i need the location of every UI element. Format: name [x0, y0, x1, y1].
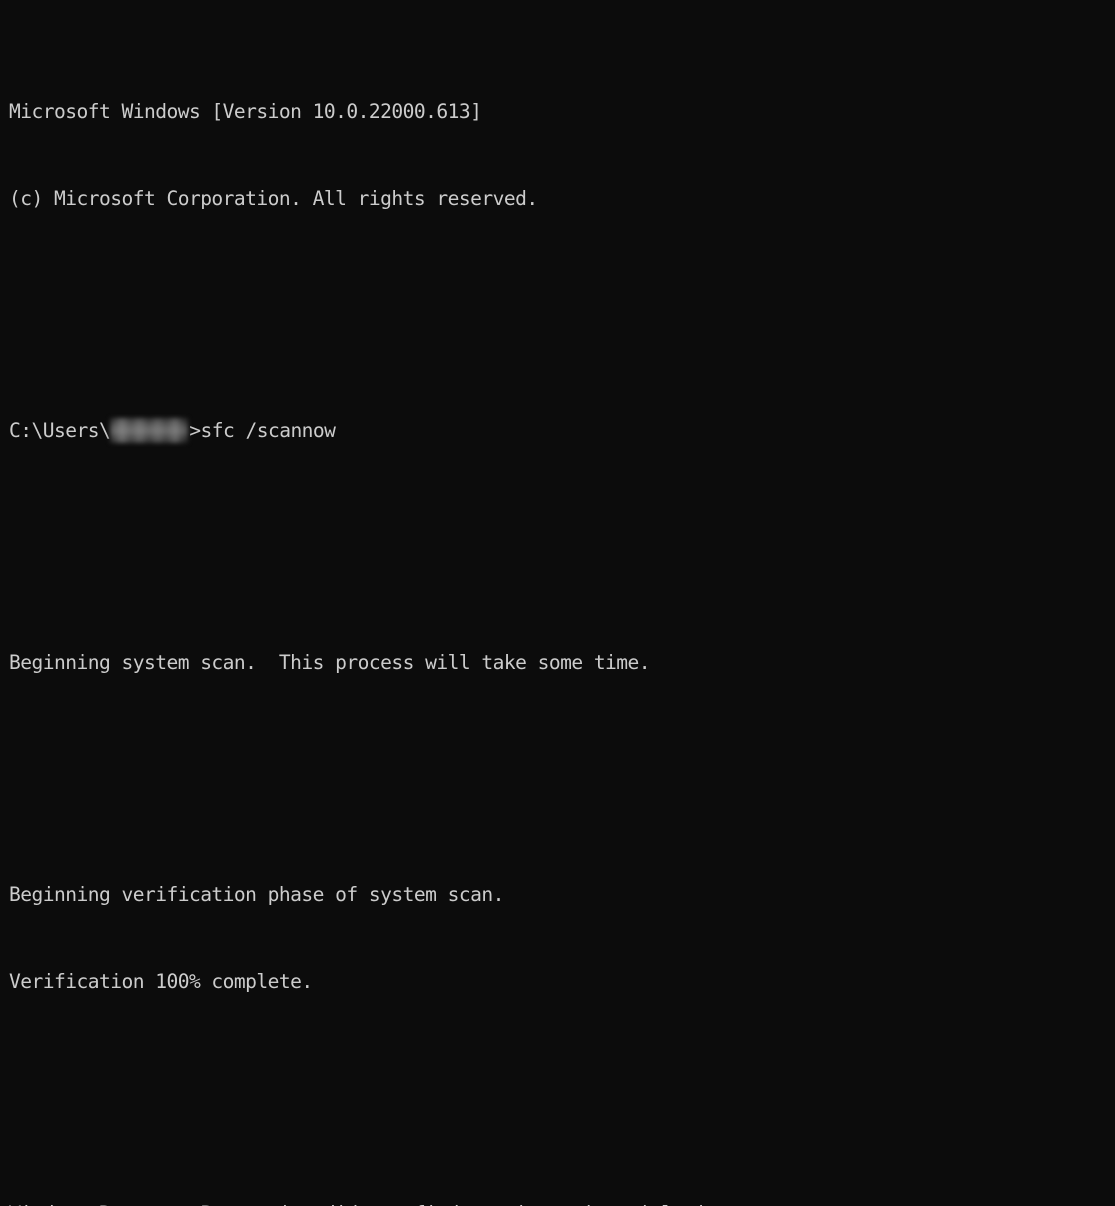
- prompt-path-prefix: C:\Users\: [9, 419, 111, 442]
- prompt-separator: >: [189, 419, 201, 442]
- redacted-username: [110, 418, 189, 443]
- typed-command: sfc /scannow: [200, 419, 336, 442]
- banner-version-line: Microsoft Windows [Version 10.0.22000.61…: [9, 100, 482, 123]
- output-result: Windows Resource Protection did not find…: [9, 1199, 1115, 1206]
- terminal-console[interactable]: Microsoft Windows [Version 10.0.22000.61…: [0, 0, 1115, 1206]
- output-verification-phase: Beginning verification phase of system s…: [9, 883, 504, 906]
- output-scan-start: Beginning system scan. This process will…: [9, 651, 651, 674]
- banner-copyright-line: (c) Microsoft Corporation. All rights re…: [9, 187, 538, 210]
- command-prompt-line: C:\Users\ >sfc /scannow: [9, 416, 1115, 445]
- output-verification-complete: Verification 100% complete.: [9, 970, 313, 993]
